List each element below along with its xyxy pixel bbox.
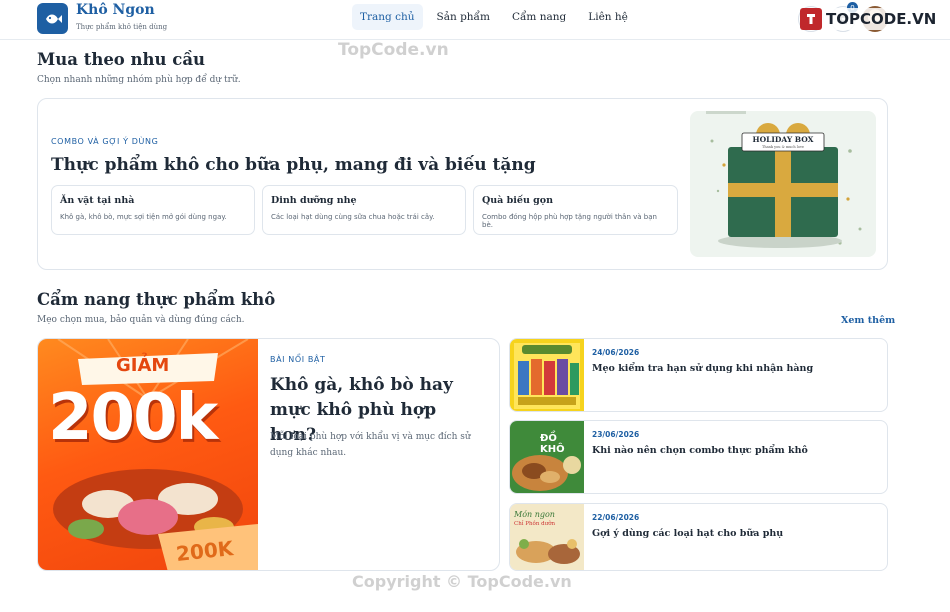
nav-products[interactable]: Sản phẩm xyxy=(429,4,498,30)
need-card-desc: Khô gà, khô bò, mực sợi tiện mở gói dùng… xyxy=(60,213,227,221)
need-card-title: Quà biếu gọn xyxy=(482,195,554,206)
promo-big-text: 200k xyxy=(48,381,218,455)
gift-box-label: HOLIDAY BOX xyxy=(752,135,814,144)
featured-article-card[interactable]: GIẢM 200k 200K BÀI NỔI BẬT Khô gà, khô b… xyxy=(37,338,500,571)
topcode-logo-icon xyxy=(800,8,822,30)
need-card-light-nutrition[interactable]: Dinh dưỡng nhẹ Các loại hạt dùng cùng sữ… xyxy=(262,185,466,235)
needs-subtitle: Chọn nhanh những nhóm phù hợp để dự trữ. xyxy=(37,75,241,85)
guide-title: Cẩm nang thực phẩm khô xyxy=(37,290,276,309)
featured-article-image: GIẢM 200k 200K xyxy=(38,339,258,570)
thumb-caption: Chỉ Phồn dưỡn xyxy=(514,521,556,527)
article-item[interactable]: Món ngon Chỉ Phồn dưỡn 22/06/2026 Gợi ý … xyxy=(509,503,888,571)
need-card-title: Ăn vặt tại nhà xyxy=(60,195,135,206)
article-thumbnail xyxy=(510,339,584,411)
need-card-gift[interactable]: Quà biếu gọn Combo đóng hộp phù hợp tặng… xyxy=(473,185,678,235)
article-date: 23/06/2026 xyxy=(592,430,640,439)
needs-eyebrow: COMBO VÀ GỢI Ý DÙNG xyxy=(51,137,159,146)
brand-logo[interactable] xyxy=(37,3,68,34)
nav-home[interactable]: Trang chủ xyxy=(352,4,423,30)
holiday-gift-box-image: HOLIDAY BOX Thank you & much love xyxy=(690,111,876,257)
site-header: Khô Ngon Thực phẩm khô tiện dùng Trang c… xyxy=(0,0,950,40)
article-thumbnail: Món ngon Chỉ Phồn dưỡn xyxy=(510,504,584,570)
article-item[interactable]: 24/06/2026 Mẹo kiểm tra hạn sử dụng khi … xyxy=(509,338,888,412)
main-nav: Trang chủ Sản phẩm Cẩm nang Liên hệ xyxy=(352,4,636,30)
topcode-logo-text: TOPCODE.VN xyxy=(826,10,937,28)
needs-panel: COMBO VÀ GỢI Ý DÙNG Thực phẩm khô cho bữ… xyxy=(37,98,888,270)
fish-icon xyxy=(45,14,62,23)
brand-tagline: Thực phẩm khô tiện dùng xyxy=(76,23,168,31)
promo-top-text: GIẢM xyxy=(116,355,170,376)
article-thumbnail: ĐỒ KHÔ xyxy=(510,421,584,493)
article-title[interactable]: Gợi ý dùng các loại hạt cho bữa phụ xyxy=(592,528,783,539)
need-card-snacks[interactable]: Ăn vặt tại nhà Khô gà, khô bò, mực sợi t… xyxy=(51,185,255,235)
watermark-top: TopCode.vn xyxy=(338,40,449,60)
thumb-script-text: Món ngon xyxy=(514,510,555,519)
article-item[interactable]: ĐỒ KHÔ 23/06/2026 Khi nào nên chọn combo… xyxy=(509,420,888,494)
needs-title: Mua theo nhu cầu xyxy=(37,50,206,69)
featured-eyebrow: BÀI NỔI BẬT xyxy=(270,355,326,364)
need-card-desc: Combo đóng hộp phù hợp tặng người thân v… xyxy=(482,213,657,229)
article-date: 24/06/2026 xyxy=(592,348,640,357)
guide-subtitle: Mẹo chọn mua, bảo quản và dùng đúng cách… xyxy=(37,315,245,325)
watermark-bottom: Copyright © TopCode.vn xyxy=(352,572,572,591)
thumb-caption: ĐỒ KHÔ xyxy=(540,433,565,455)
need-card-desc: Các loại hạt dùng cùng sữa chua hoặc trá… xyxy=(271,213,435,221)
needs-panel-title: Thực phẩm khô cho bữa phụ, mang đi và bi… xyxy=(51,155,536,175)
topcode-watermark-logo: TOPCODE.VN xyxy=(800,8,937,30)
featured-desc: Mỗi loại phù hợp với khẩu vị và mục đích… xyxy=(270,432,471,458)
article-title[interactable]: Khi nào nên chọn combo thực phẩm khô xyxy=(592,445,808,456)
see-more-link[interactable]: Xem thêm xyxy=(841,315,895,326)
brand-name[interactable]: Khô Ngon xyxy=(76,2,155,18)
article-title[interactable]: Mẹo kiểm tra hạn sử dụng khi nhận hàng xyxy=(592,363,813,374)
nav-contact[interactable]: Liên hệ xyxy=(580,4,636,30)
article-date: 22/06/2026 xyxy=(592,513,640,522)
nav-guide[interactable]: Cẩm nang xyxy=(504,4,574,30)
need-card-title: Dinh dưỡng nhẹ xyxy=(271,195,357,206)
gift-box-sublabel: Thank you & much love xyxy=(761,145,805,149)
